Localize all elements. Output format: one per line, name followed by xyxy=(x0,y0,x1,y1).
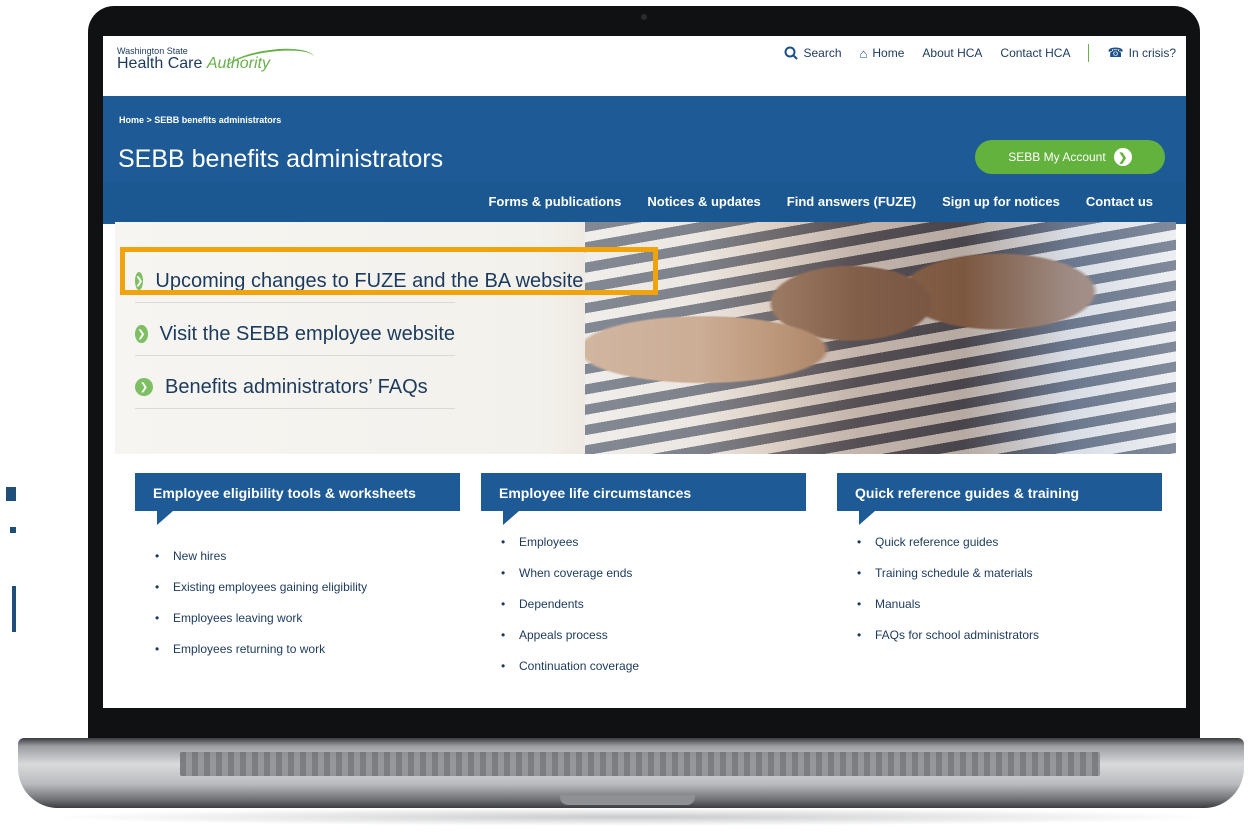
family-photo xyxy=(585,222,1176,454)
chevron-right-icon: ❯ xyxy=(135,325,148,343)
nav-forms-publications[interactable]: Forms & publications xyxy=(488,194,621,209)
contact-hca-label: Contact HCA xyxy=(1000,46,1071,60)
divider xyxy=(1088,44,1090,62)
nav-sign-up[interactable]: Sign up for notices xyxy=(942,194,1060,209)
browser-screen: Washington State Health Care Authority S… xyxy=(103,36,1186,708)
hca-logo[interactable]: Washington State Health Care Authority xyxy=(117,43,317,85)
camera-icon xyxy=(641,14,647,20)
banner-link-employee-website[interactable]: ❯ Visit the SEBB employee website xyxy=(135,313,455,356)
site-header: Washington State Health Care Authority S… xyxy=(103,36,1186,96)
list-item[interactable]: Manuals xyxy=(857,589,1162,620)
column-eligibility: Employee eligibility tools & worksheets … xyxy=(135,473,460,665)
about-hca-link[interactable]: About HCA xyxy=(922,46,982,60)
laptop-keyboard xyxy=(180,752,1100,776)
nav-contact-us[interactable]: Contact us xyxy=(1086,194,1153,209)
sebb-my-account-button[interactable]: SEBB My Account ❯ xyxy=(975,140,1165,174)
list-item[interactable]: Appeals process xyxy=(501,620,806,651)
column-quick-reference: Quick reference guides & training Quick … xyxy=(837,473,1162,651)
search-label: Search xyxy=(803,46,842,60)
nav-notices-updates[interactable]: Notices & updates xyxy=(647,194,760,209)
list-item[interactable]: Existing employees gaining eligibility xyxy=(155,572,460,603)
home-label: Home xyxy=(872,46,905,60)
home-icon: ⌂ xyxy=(859,45,868,61)
in-crisis-label: In crisis? xyxy=(1128,46,1176,60)
decorative-mark xyxy=(6,487,16,501)
logo-text-a: Health Care xyxy=(117,55,207,72)
list-item[interactable]: New hires xyxy=(155,541,460,572)
utility-links: Search ⌂ Home About HCA Contact HCA ☎ In… xyxy=(784,44,1176,62)
list-item[interactable]: Employees leaving work xyxy=(155,603,460,634)
column-life-circumstances: Employee life circumstances Employees Wh… xyxy=(481,473,806,682)
list-item[interactable]: Dependents xyxy=(501,589,806,620)
column-heading: Quick reference guides & training xyxy=(837,473,1162,525)
contact-hca-link[interactable]: Contact HCA xyxy=(1000,46,1070,60)
in-crisis-link[interactable]: ☎ In crisis? xyxy=(1107,45,1176,61)
list-item[interactable]: Quick reference guides xyxy=(857,527,1162,558)
laptop-notch xyxy=(560,795,695,805)
hero-banner-image: ❯ Upcoming changes to FUZE and the BA we… xyxy=(115,222,1176,454)
breadcrumb[interactable]: Home > SEBB benefits administrators xyxy=(119,115,281,125)
list-item[interactable]: Employees returning to work xyxy=(155,634,460,665)
list-item[interactable]: Employees xyxy=(501,527,806,558)
decorative-mark xyxy=(12,586,16,632)
about-hca-label: About HCA xyxy=(922,46,983,60)
search-icon xyxy=(784,46,799,60)
chevron-right-icon: ❯ xyxy=(135,378,153,396)
home-link[interactable]: ⌂ Home xyxy=(860,46,905,61)
arrow-right-icon: ❯ xyxy=(1113,148,1132,166)
phone-icon: ☎ xyxy=(1107,45,1124,60)
list-item[interactable]: Training schedule & materials xyxy=(857,558,1162,589)
main-nav: Forms & publications Notices & updates F… xyxy=(103,182,1186,222)
search-link[interactable]: Search xyxy=(784,46,842,60)
column-heading: Employee eligibility tools & worksheets xyxy=(135,473,460,525)
column-heading: Employee life circumstances xyxy=(481,473,806,525)
content-panel: ❯ Upcoming changes to FUZE and the BA we… xyxy=(115,222,1176,708)
laptop-shadow xyxy=(40,808,1220,826)
highlight-box xyxy=(120,247,658,295)
banner-link-faqs[interactable]: ❯ Benefits administrators’ FAQs xyxy=(135,366,455,409)
page-title: SEBB benefits administrators xyxy=(118,145,444,173)
list-item[interactable]: Continuation coverage xyxy=(501,651,806,682)
banner-link-label: Benefits administrators’ FAQs xyxy=(165,375,428,398)
list-item[interactable]: FAQs for school administrators xyxy=(857,620,1162,651)
list-item[interactable]: When coverage ends xyxy=(501,558,806,589)
banner-link-label: Visit the SEBB employee website xyxy=(159,322,455,345)
decorative-mark xyxy=(10,527,16,533)
nav-find-answers[interactable]: Find answers (FUZE) xyxy=(787,194,916,209)
account-button-label: SEBB My Account xyxy=(1008,150,1106,164)
